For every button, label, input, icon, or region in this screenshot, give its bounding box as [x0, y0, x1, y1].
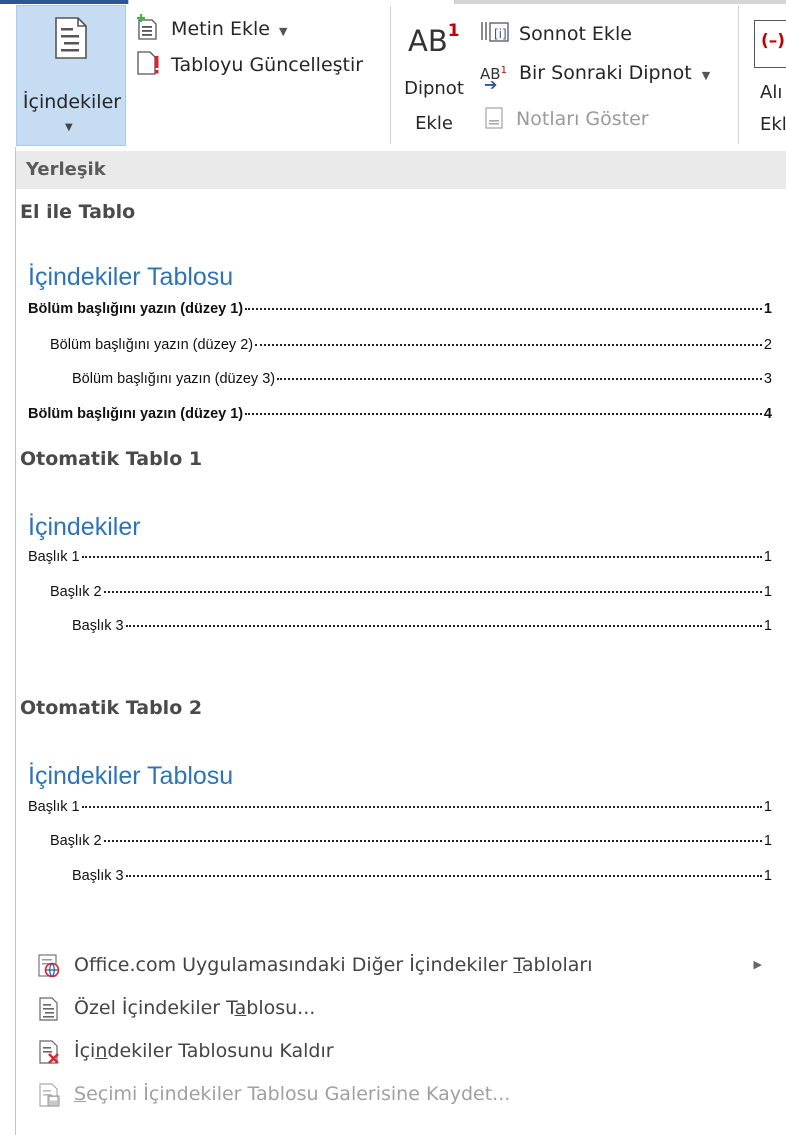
remove-toc-icon	[39, 1040, 59, 1064]
footnote-label-line1: Dipnot	[404, 78, 464, 99]
show-notes-icon	[485, 107, 503, 129]
citation-icon: (–)	[754, 20, 786, 68]
toc-entry: Başlık 21	[50, 833, 772, 849]
submenu-arrow-icon: ▶	[753, 958, 762, 971]
add-text-icon	[137, 14, 157, 40]
table-of-contents-label: İçindekiler	[22, 91, 122, 113]
section-title: Otomatik Tablo 2	[20, 697, 203, 719]
toc-entry: Başlık 21	[50, 584, 772, 600]
insert-footnote-button[interactable]: AB1 Dipnot Ekle	[394, 16, 474, 144]
add-text-button[interactable]: Metin Ekle ▼	[135, 14, 287, 40]
insert-endnote-button[interactable]: [i] Sonnot Ekle	[480, 20, 632, 45]
update-table-icon	[137, 51, 159, 75]
ribbon-top-border	[0, 0, 786, 4]
menu-item-remove-toc[interactable]: İçindekiler Tablosunu Kaldır	[16, 1032, 786, 1072]
menu-item-save-to-gallery[interactable]: Seçimi İçindekiler Tablosu Galerisine Ka…	[16, 1075, 786, 1115]
ribbon-group-separator	[390, 6, 391, 144]
menu-item-label: İçindekiler Tablosunu Kaldır	[74, 1040, 334, 1062]
toc-entry: Bölüm başlığını yazın (düzey 2) 2	[50, 337, 772, 353]
next-footnote-icon: AB1 ➔	[480, 65, 507, 94]
toc-entry: Başlık 31	[72, 868, 772, 884]
gallery-header-label: Yerleşik	[26, 159, 106, 180]
footnote-label-line2: Ekle	[415, 113, 453, 134]
next-footnote-label: Bir Sonraki Dipnot	[518, 62, 692, 84]
active-tab-marker	[0, 0, 128, 4]
table-of-contents-icon	[55, 17, 87, 59]
menu-item-custom-toc[interactable]: Özel İçindekiler Tablosu...	[16, 989, 786, 1029]
section-title: El ile Tablo	[20, 201, 136, 223]
insert-endnote-label: Sonnot Ekle	[519, 23, 632, 45]
ribbon-group-separator	[738, 6, 739, 144]
next-footnote-button[interactable]: AB1 ➔ Bir Sonraki Dipnot ▼	[480, 62, 711, 94]
tab-strip	[128, 0, 455, 4]
dropdown-arrow-icon: ▼	[278, 25, 288, 38]
ribbon: İçindekiler ▼ Metin Ekle ▼ Tabloyu Günce…	[0, 0, 786, 148]
gallery-header: Yerleşik	[16, 151, 786, 189]
toc-entry: Bölüm başlığını yazın (düzey 1) 1	[28, 301, 772, 317]
menu-item-label: Seçimi İçindekiler Tablosu Galerisine Ka…	[74, 1083, 511, 1105]
citation-button-partial[interactable]: (–) Alı Ekl	[744, 14, 786, 144]
table-of-contents-button[interactable]: İçindekiler ▼	[16, 5, 126, 146]
menu-item-more-toc-from-office[interactable]: Office.com Uygulamasındaki Diğer İçindek…	[16, 946, 786, 986]
svg-text:[i]: [i]	[494, 27, 507, 41]
dropdown-arrow-icon: ▼	[701, 69, 711, 82]
menu-item-label: Özel İçindekiler Tablosu...	[74, 997, 316, 1019]
add-text-label: Metin Ekle	[171, 18, 270, 40]
citation-label-line1: Alı	[760, 82, 783, 103]
save-to-gallery-icon	[39, 1083, 60, 1107]
section-title: Otomatik Tablo 1	[20, 448, 203, 470]
footnote-icon: AB1	[408, 21, 460, 58]
toc-entry: Başlık 11	[28, 799, 772, 815]
custom-toc-icon	[39, 997, 58, 1021]
menu-item-label: Office.com Uygulamasındaki Diğer İçindek…	[74, 954, 593, 976]
chevron-down-icon: ▼	[65, 122, 73, 133]
show-notes-button[interactable]: Notları Göster	[484, 106, 649, 130]
toc-entry: Bölüm başlığını yazın (düzey 1) 4	[28, 406, 772, 422]
table-of-contents-dropdown: Yerleşik El ile Tablo İçindekiler Tablos…	[15, 147, 786, 1135]
toc-preview-title: İçindekiler Tablosu	[28, 762, 234, 790]
toc-preview-title: İçindekiler Tablosu	[28, 263, 234, 291]
update-table-button[interactable]: Tabloyu Güncelleştir	[135, 50, 363, 76]
show-notes-label: Notları Göster	[516, 108, 649, 130]
toc-entry: Bölüm başlığını yazın (düzey 3) 3	[72, 371, 772, 387]
toc-preview-title: İçindekiler	[28, 513, 141, 541]
toc-entry: Başlık 31	[72, 618, 772, 634]
update-table-label: Tabloyu Güncelleştir	[171, 54, 364, 76]
citation-label-line2: Ekl	[760, 114, 786, 135]
endnote-icon: [i]	[481, 22, 509, 42]
globe-document-icon	[38, 954, 60, 978]
toc-entry: Başlık 11	[28, 549, 772, 565]
